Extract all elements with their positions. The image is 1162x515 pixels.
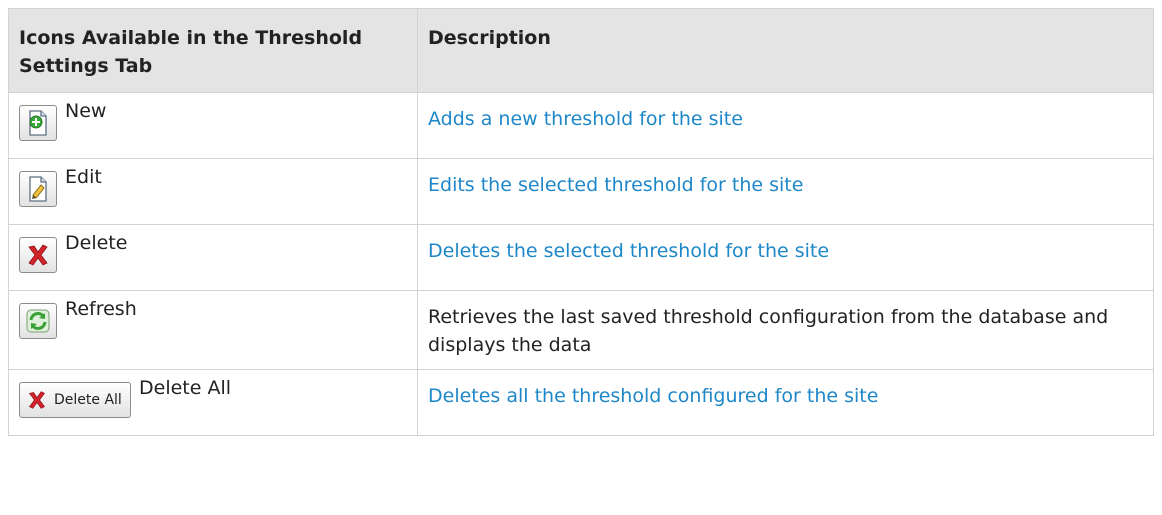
description-cell: Deletes the selected threshold for the s…	[417, 224, 1154, 291]
refresh-icon[interactable]	[19, 303, 57, 339]
description-refresh: Retrieves the last saved threshold confi…	[428, 306, 1109, 356]
column-header-icons: Icons Available in the Threshold Setting…	[8, 8, 418, 93]
description-cell: Adds a new threshold for the site	[417, 92, 1154, 159]
icon-label-edit: Edit	[65, 166, 102, 188]
description-edit[interactable]: Edits the selected threshold for the sit…	[428, 174, 803, 196]
edit-document-icon[interactable]	[19, 171, 57, 207]
description-new[interactable]: Adds a new threshold for the site	[428, 108, 743, 130]
icon-label-delete-all: Delete All	[139, 377, 232, 399]
description-delete[interactable]: Deletes the selected threshold for the s…	[428, 240, 829, 262]
icon-cell: Delete All Delete All	[8, 369, 418, 436]
icon-label-new: New	[65, 100, 107, 122]
description-delete-all[interactable]: Deletes all the threshold configured for…	[428, 385, 878, 407]
delete-all-button-text: Delete All	[54, 392, 122, 408]
icon-with-label: Edit	[19, 166, 405, 207]
table-row: Delete All Delete All Deletes all the th…	[8, 369, 1154, 436]
icon-cell: Refresh	[8, 290, 418, 370]
icon-cell: New	[8, 92, 418, 159]
icon-cell: Delete	[8, 224, 418, 291]
table-row: Delete Deletes the selected threshold fo…	[8, 224, 1154, 291]
icon-label-delete: Delete	[65, 232, 128, 254]
description-cell: Retrieves the last saved threshold confi…	[417, 290, 1154, 370]
icon-with-label: New	[19, 100, 405, 141]
delete-all-button[interactable]: Delete All	[19, 382, 131, 418]
table-row: Refresh Retrieves the last saved thresho…	[8, 290, 1154, 370]
column-header-description: Description	[417, 8, 1154, 93]
icon-with-label: Delete All Delete All	[19, 377, 405, 418]
delete-x-icon[interactable]	[19, 237, 57, 273]
icon-cell: Edit	[8, 158, 418, 225]
description-cell: Edits the selected threshold for the sit…	[417, 158, 1154, 225]
icon-with-label: Delete	[19, 232, 405, 273]
table-header-row: Icons Available in the Threshold Setting…	[8, 8, 1154, 93]
table-row: Edit Edits the selected threshold for th…	[8, 158, 1154, 225]
table-row: New Adds a new threshold for the site	[8, 92, 1154, 159]
description-cell: Deletes all the threshold configured for…	[417, 369, 1154, 436]
icon-label-refresh: Refresh	[65, 298, 137, 320]
new-document-icon[interactable]	[19, 105, 57, 141]
icon-with-label: Refresh	[19, 298, 405, 339]
delete-all-icon	[28, 391, 46, 409]
threshold-icons-table: Icons Available in the Threshold Setting…	[8, 8, 1154, 436]
